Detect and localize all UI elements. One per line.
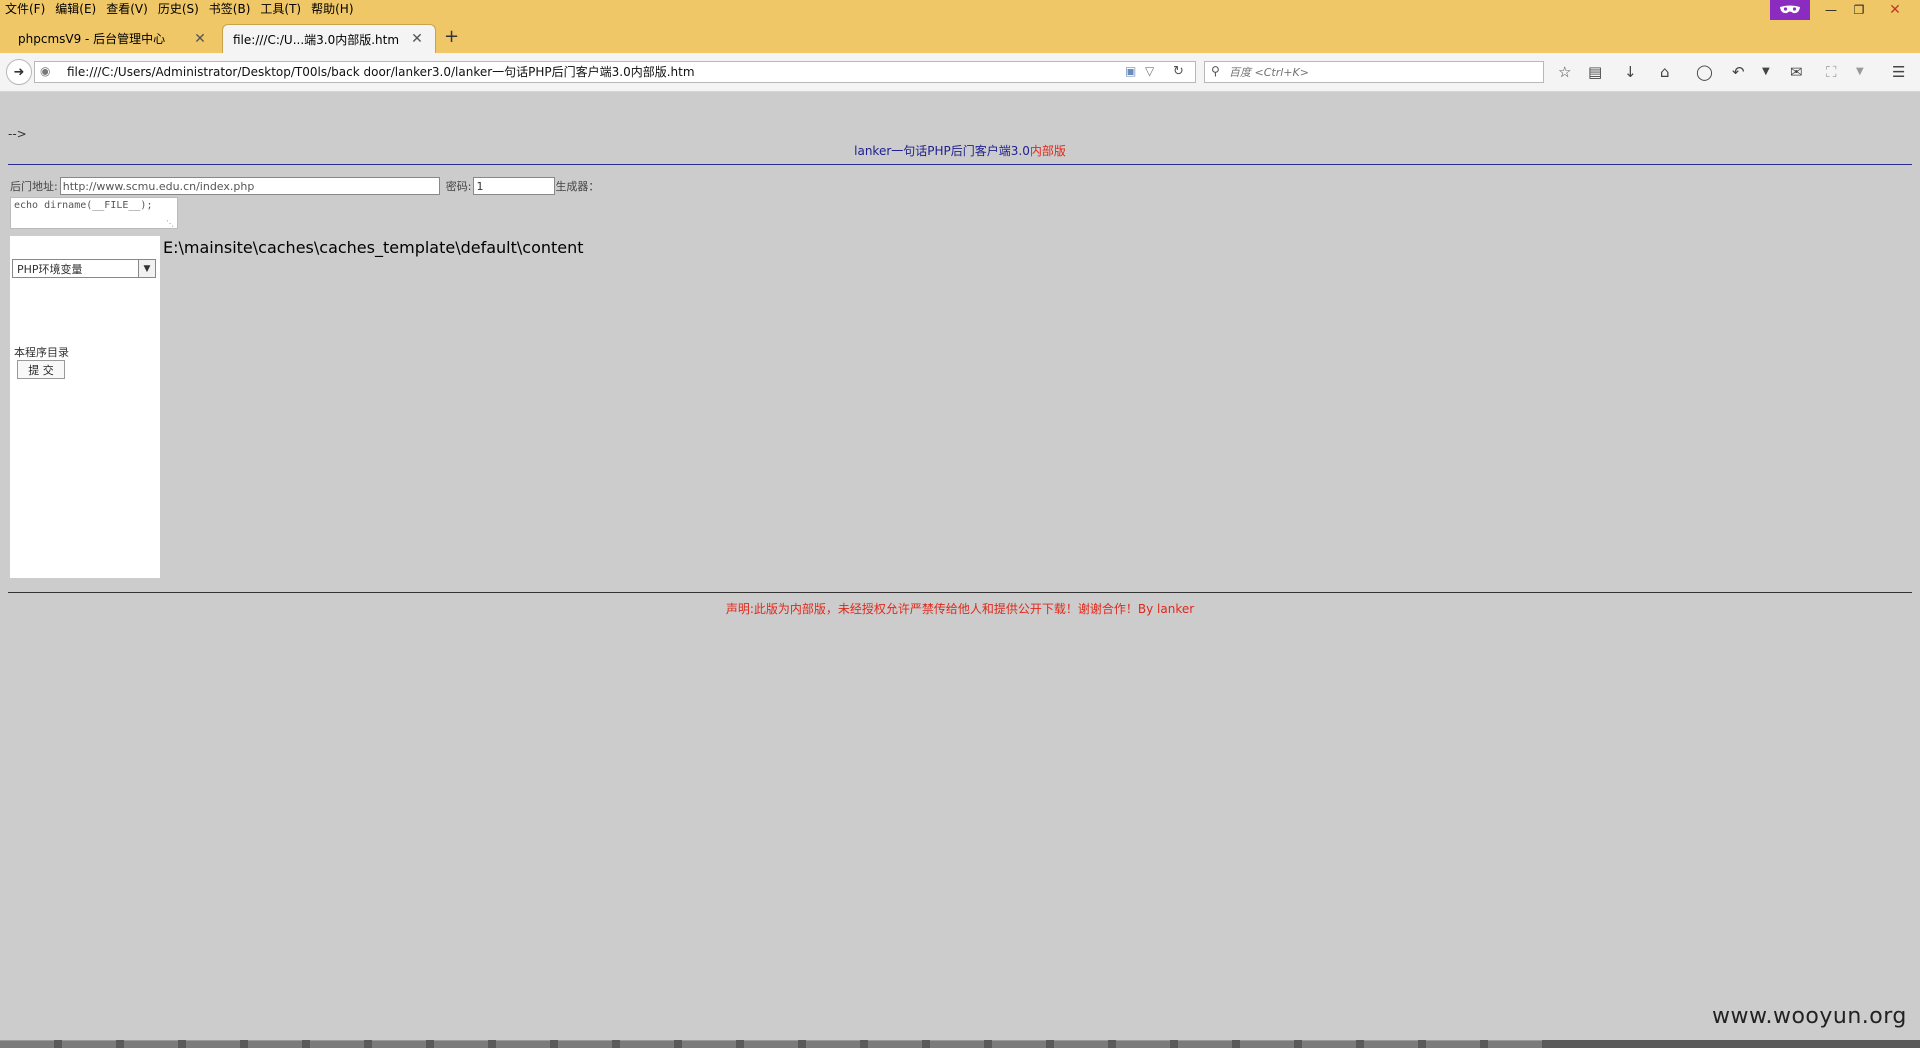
menu-file[interactable]: 文件(F) [0, 0, 50, 20]
address-bar[interactable]: ◉ file:///C:/Users/Administrator/Desktop… [34, 61, 1196, 83]
generator-label: 生成器： [555, 180, 600, 193]
resize-grip-icon[interactable]: ⋱ [166, 219, 174, 228]
undo-dropdown-icon[interactable]: ▼ [1762, 66, 1770, 77]
function-select[interactable]: PHP环境变量 ▼ [12, 259, 156, 278]
command-panel: PHP环境变量 ▼ 本程序目录 提 交 [10, 236, 160, 578]
tab-phpcms[interactable]: phpcmsV9 - 后台管理中心 ✕ [8, 24, 218, 53]
taskbar-app-icon[interactable] [806, 1040, 860, 1048]
html-comment-leak: --> [8, 127, 27, 141]
taskbar-app-icon[interactable] [682, 1040, 736, 1048]
php-code-textarea[interactable]: echo dirname(__FILE__); [10, 197, 178, 229]
password-input[interactable] [473, 177, 556, 195]
taskbar-app-icon[interactable] [248, 1040, 302, 1048]
command-output: E:\mainsite\caches\caches_template\defau… [163, 238, 584, 257]
taskbar-app-icon[interactable] [496, 1040, 550, 1048]
bookmark-star-icon[interactable]: ☆ [1558, 63, 1571, 81]
close-tab-icon[interactable]: ✕ [192, 31, 208, 47]
taskbar-app-icon[interactable] [434, 1040, 488, 1048]
tab-bar: phpcmsV9 - 后台管理中心 ✕ file:///C:/U...端3.0内… [0, 20, 1920, 53]
search-bar[interactable]: ⚲ [1204, 61, 1544, 83]
minimize-button[interactable]: — [1818, 0, 1844, 20]
taskbar-app-icon[interactable] [558, 1040, 612, 1048]
menu-bookmarks[interactable]: 书签(B) [204, 0, 256, 20]
menubar: 文件(F) 编辑(E) 查看(V) 历史(S) 书签(B) 工具(T) 帮助(H… [0, 0, 359, 20]
hamburger-menu-icon[interactable]: ☰ [1892, 63, 1905, 81]
taskbar-app-icon[interactable] [930, 1040, 984, 1048]
comment-icon[interactable]: ✉ [1790, 63, 1803, 81]
program-dir-label: 本程序目录 [14, 346, 69, 359]
page-title-main: lanker一句话PHP后门客户端3.0 [854, 144, 1030, 158]
taskbar-app-icon[interactable] [62, 1040, 116, 1048]
taskbar-app-icon[interactable] [1178, 1040, 1232, 1048]
taskbar-app-icon[interactable] [1488, 1040, 1542, 1048]
taskbar-app-icon[interactable] [124, 1040, 178, 1048]
private-browsing-mask-icon [1770, 0, 1810, 20]
menu-edit[interactable]: 编辑(E) [50, 0, 101, 20]
page-icon[interactable]: ▣ [1125, 64, 1136, 78]
menu-tools[interactable]: 工具(T) [255, 0, 306, 20]
reload-icon[interactable]: ↻ [1173, 64, 1184, 79]
taskbar-app-icon[interactable] [868, 1040, 922, 1048]
back-arrow-icon[interactable]: ➜ [6, 59, 32, 85]
reading-list-icon[interactable]: ▤ [1588, 63, 1602, 81]
backdoor-url-input[interactable] [59, 177, 440, 195]
home-icon[interactable]: ⌂ [1660, 63, 1670, 81]
menu-view[interactable]: 查看(V) [101, 0, 153, 20]
taskbar-app-icon[interactable] [186, 1040, 240, 1048]
os-taskbar [0, 1040, 1920, 1048]
mask-icon [1780, 5, 1800, 14]
crop-dropdown-icon[interactable]: ▼ [1856, 66, 1864, 77]
submit-button[interactable]: 提 交 [17, 360, 65, 379]
dropdown-arrow-icon[interactable]: ▽ [1145, 64, 1154, 78]
taskbar-app-icon[interactable] [620, 1040, 674, 1048]
taskbar-app-icon[interactable] [1302, 1040, 1356, 1048]
connection-form: 后门地址: 密码: 生成器： [10, 176, 599, 196]
page-title: lanker一句话PHP后门客户端3.0内部版 [0, 142, 1920, 159]
taskbar-app-icon[interactable] [1054, 1040, 1108, 1048]
tab-lanker-file[interactable]: file:///C:/U...端3.0内部版.htm ✕ [222, 24, 436, 53]
close-tab-icon[interactable]: ✕ [409, 31, 425, 47]
taskbar-app-icon[interactable] [1426, 1040, 1480, 1048]
backdoor-url-label: 后门地址: [10, 180, 58, 193]
download-icon[interactable]: ↓ [1624, 63, 1637, 81]
menu-help[interactable]: 帮助(H) [306, 0, 358, 20]
disclaimer-footer: 声明:此版为内部版，未经授权允许严禁传给他人和提供公开下载！谢谢合作！By la… [725, 602, 1195, 616]
taskbar-app-icon[interactable] [372, 1040, 426, 1048]
url-text[interactable]: file:///C:/Users/Administrator/Desktop/T… [67, 62, 695, 82]
tab-label: phpcmsV9 - 后台管理中心 [18, 32, 166, 46]
taskbar-app-icon[interactable] [992, 1040, 1046, 1048]
password-label: 密码: [445, 180, 472, 193]
page-title-edition: 内部版 [1029, 144, 1066, 158]
taskbar-app-icon[interactable] [1116, 1040, 1170, 1048]
chevron-down-icon[interactable]: ▼ [138, 260, 155, 277]
site-identity-icon[interactable]: ◉ [40, 64, 50, 78]
new-tab-plus-icon[interactable]: + [444, 26, 459, 47]
taskbar-app-icon[interactable] [1364, 1040, 1418, 1048]
taskbar-app-icon[interactable] [310, 1040, 364, 1048]
taskbar-app-icon[interactable] [744, 1040, 798, 1048]
menu-history[interactable]: 历史(S) [153, 0, 204, 20]
search-input[interactable] [1229, 64, 1529, 80]
close-window-button[interactable]: ✕ [1882, 0, 1908, 20]
select-value: PHP环境变量 [17, 263, 83, 276]
watermark: www.wooyun.org [1712, 1004, 1907, 1029]
navigation-toolbar: ➜ ◉ file:///C:/Users/Administrator/Deskt… [0, 53, 1920, 92]
restore-button[interactable]: ❐ [1846, 0, 1872, 20]
chat-bubble-icon[interactable]: ◯ [1696, 63, 1713, 81]
search-icon: ⚲ [1211, 64, 1220, 78]
tab-label: file:///C:/U...端3.0内部版.htm [233, 32, 400, 47]
divider-top [8, 164, 1912, 165]
taskbar-app-icon[interactable] [0, 1040, 54, 1048]
window-titlebar: 文件(F) 编辑(E) 查看(V) 历史(S) 书签(B) 工具(T) 帮助(H… [0, 0, 1920, 20]
crop-icon[interactable]: ⛶ [1826, 63, 1837, 81]
undo-icon[interactable]: ↶ [1732, 63, 1745, 81]
divider-bottom [8, 592, 1912, 593]
taskbar-app-icon[interactable] [1240, 1040, 1294, 1048]
